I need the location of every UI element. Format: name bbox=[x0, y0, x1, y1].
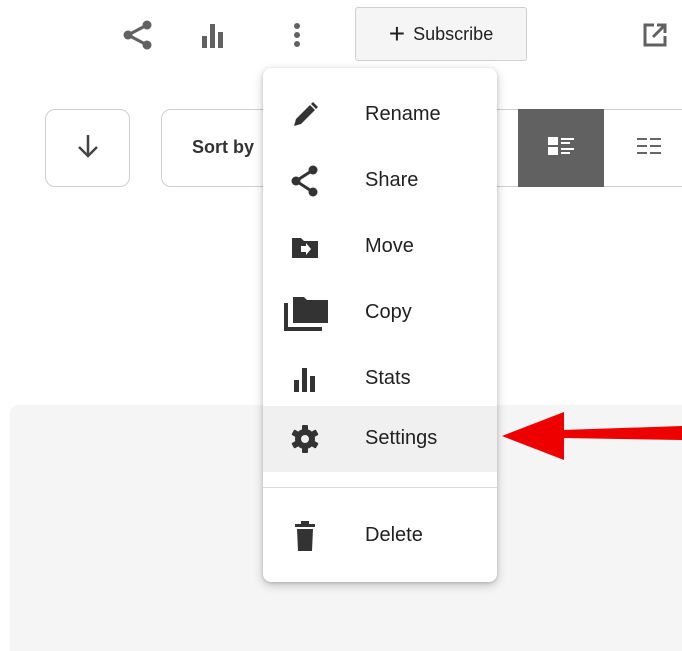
menu-item-label: Stats bbox=[365, 367, 411, 389]
gear-icon bbox=[285, 419, 325, 459]
page: + Subscribe Sort by Rename Share Move Co… bbox=[0, 0, 682, 651]
menu-item-label: Delete bbox=[365, 524, 423, 546]
context-menu: Rename Share Move Copy Stats Settings De… bbox=[263, 68, 497, 582]
grid-view-icon bbox=[635, 135, 663, 162]
sort-direction-button[interactable] bbox=[45, 109, 130, 187]
arrow-down-icon bbox=[77, 133, 99, 164]
menu-item-settings[interactable]: Settings bbox=[263, 406, 497, 472]
menu-item-move[interactable]: Move bbox=[263, 214, 497, 280]
share-icon bbox=[285, 161, 325, 201]
stats-icon bbox=[285, 359, 325, 399]
folder-move-icon bbox=[285, 227, 325, 267]
menu-item-label: Rename bbox=[365, 103, 441, 125]
menu-item-rename[interactable]: Rename bbox=[263, 82, 497, 148]
list-view-button[interactable] bbox=[518, 109, 604, 187]
subscribe-button[interactable]: + Subscribe bbox=[355, 7, 527, 61]
plus-icon: + bbox=[388, 18, 406, 49]
menu-item-label: Settings bbox=[365, 427, 438, 449]
sort-label: Sort by bbox=[192, 137, 255, 157]
menu-item-label: Copy bbox=[365, 301, 412, 323]
menu-divider bbox=[263, 487, 497, 488]
stats-icon[interactable] bbox=[196, 18, 230, 52]
menu-item-label: Share bbox=[365, 169, 419, 191]
menu-item-label: Move bbox=[365, 235, 414, 257]
grid-view-button[interactable] bbox=[604, 109, 682, 187]
more-vert-icon[interactable] bbox=[285, 18, 309, 52]
menu-item-stats[interactable]: Stats bbox=[263, 346, 497, 412]
share-icon[interactable] bbox=[117, 18, 159, 52]
folders-copy-icon bbox=[283, 293, 331, 333]
red-arrow-annotation bbox=[500, 408, 682, 469]
menu-item-copy[interactable]: Copy bbox=[263, 280, 497, 346]
menu-item-delete[interactable]: Delete bbox=[263, 503, 497, 569]
open-in-new-icon[interactable] bbox=[638, 18, 672, 52]
menu-item-share[interactable]: Share bbox=[263, 148, 497, 214]
trash-icon bbox=[285, 516, 325, 556]
list-view-icon bbox=[546, 134, 576, 163]
pencil-icon bbox=[285, 95, 325, 135]
subscribe-label: Subscribe bbox=[413, 23, 494, 44]
